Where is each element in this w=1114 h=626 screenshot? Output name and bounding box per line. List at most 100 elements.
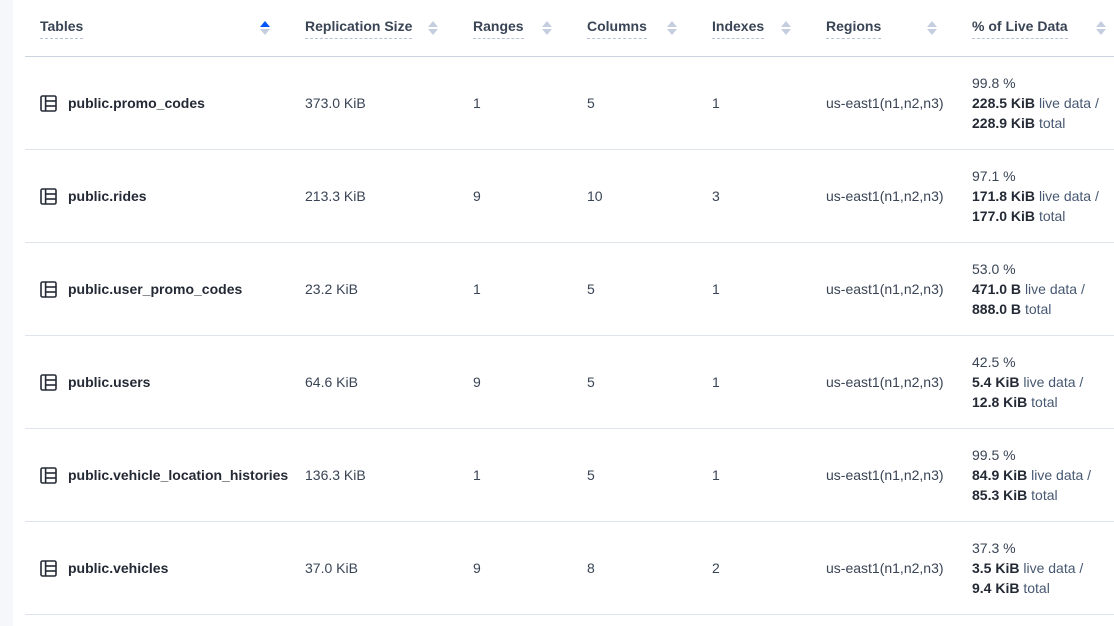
- table-row: public.rides 213.3 KiB 9 10 3 us-east1(n…: [25, 150, 1114, 243]
- regions-cell: us-east1(n1,n2,n3): [811, 95, 957, 111]
- replication-size-cell: 373.0 KiB: [290, 95, 458, 111]
- tables-grid: Tables Replication Size Ranges Columns I…: [25, 0, 1114, 615]
- live-data-percent: 99.5 %: [972, 445, 1114, 465]
- table-icon: [40, 467, 57, 484]
- column-header-label: Replication Size: [305, 18, 412, 39]
- live-data-percent: 99.8 %: [972, 73, 1114, 93]
- total-size-line: 177.0 KiB total: [972, 206, 1114, 226]
- table-row: public.vehicles 37.0 KiB 9 8 2 us-east1(…: [25, 522, 1114, 615]
- columns-cell: 5: [572, 95, 697, 111]
- table-name-link[interactable]: public.user_promo_codes: [68, 281, 242, 297]
- sort-carets-icon[interactable]: [260, 21, 270, 35]
- column-header-live-data[interactable]: % of Live Data: [957, 0, 1114, 56]
- table-name-link[interactable]: public.rides: [68, 188, 147, 204]
- total-size-line: 9.4 KiB total: [972, 578, 1114, 598]
- ranges-cell: 9: [458, 560, 572, 576]
- column-header-label: % of Live Data: [972, 18, 1068, 39]
- replication-size-cell: 37.0 KiB: [290, 560, 458, 576]
- live-data-cell: 97.1 % 171.8 KiB live data / 177.0 KiB t…: [957, 166, 1114, 226]
- live-data-size-line: 471.0 B live data /: [972, 279, 1114, 299]
- live-data-size-line: 5.4 KiB live data /: [972, 372, 1114, 392]
- column-header-label: Indexes: [712, 18, 764, 39]
- indexes-cell: 1: [697, 281, 811, 297]
- table-body: public.promo_codes 373.0 KiB 1 5 1 us-ea…: [25, 57, 1114, 615]
- table-name-cell: public.user_promo_codes: [25, 281, 290, 298]
- live-data-size-line: 228.5 KiB live data /: [972, 93, 1114, 113]
- indexes-cell: 1: [697, 374, 811, 390]
- live-data-size-line: 3.5 KiB live data /: [972, 558, 1114, 578]
- table-icon: [40, 281, 57, 298]
- table-name-cell: public.vehicles: [25, 560, 290, 577]
- total-size-line: 888.0 B total: [972, 299, 1114, 319]
- column-header-regions[interactable]: Regions: [811, 0, 957, 56]
- regions-cell: us-east1(n1,n2,n3): [811, 560, 957, 576]
- live-data-percent: 53.0 %: [972, 259, 1114, 279]
- indexes-cell: 3: [697, 188, 811, 204]
- column-header-columns[interactable]: Columns: [572, 0, 697, 56]
- table-icon: [40, 188, 57, 205]
- column-header-replication-size[interactable]: Replication Size: [290, 0, 458, 56]
- columns-cell: 8: [572, 560, 697, 576]
- live-data-cell: 53.0 % 471.0 B live data / 888.0 B total: [957, 259, 1114, 319]
- column-header-label: Regions: [826, 18, 881, 39]
- sort-carets-icon[interactable]: [542, 21, 552, 35]
- columns-cell: 10: [572, 188, 697, 204]
- column-header-tables[interactable]: Tables: [25, 0, 290, 56]
- ranges-cell: 9: [458, 374, 572, 390]
- replication-size-cell: 213.3 KiB: [290, 188, 458, 204]
- ranges-cell: 9: [458, 188, 572, 204]
- table-name-link[interactable]: public.vehicle_location_histories: [68, 467, 288, 483]
- table-icon: [40, 95, 57, 112]
- table-header-row: Tables Replication Size Ranges Columns I…: [25, 0, 1114, 57]
- live-data-cell: 37.3 % 3.5 KiB live data / 9.4 KiB total: [957, 538, 1114, 598]
- total-size-line: 85.3 KiB total: [972, 485, 1114, 505]
- live-data-size-line: 171.8 KiB live data /: [972, 186, 1114, 206]
- live-data-size-line: 84.9 KiB live data /: [972, 465, 1114, 485]
- indexes-cell: 1: [697, 467, 811, 483]
- table-name-cell: public.users: [25, 374, 290, 391]
- live-data-cell: 99.5 % 84.9 KiB live data / 85.3 KiB tot…: [957, 445, 1114, 505]
- sort-carets-icon[interactable]: [667, 21, 677, 35]
- column-header-label: Columns: [587, 18, 647, 39]
- indexes-cell: 1: [697, 95, 811, 111]
- table-row: public.promo_codes 373.0 KiB 1 5 1 us-ea…: [25, 57, 1114, 150]
- table-name-link[interactable]: public.promo_codes: [68, 95, 205, 111]
- sort-carets-icon[interactable]: [781, 21, 791, 35]
- columns-cell: 5: [572, 281, 697, 297]
- table-name-cell: public.promo_codes: [25, 95, 290, 112]
- live-data-percent: 37.3 %: [972, 538, 1114, 558]
- columns-cell: 5: [572, 467, 697, 483]
- live-data-percent: 42.5 %: [972, 352, 1114, 372]
- ranges-cell: 1: [458, 467, 572, 483]
- total-size-line: 12.8 KiB total: [972, 392, 1114, 412]
- sort-carets-icon[interactable]: [927, 21, 937, 35]
- indexes-cell: 2: [697, 560, 811, 576]
- table-row: public.users 64.6 KiB 9 5 1 us-east1(n1,…: [25, 336, 1114, 429]
- table-name-cell: public.vehicle_location_histories: [25, 467, 290, 484]
- column-header-label: Tables: [40, 18, 83, 39]
- live-data-percent: 97.1 %: [972, 166, 1114, 186]
- table-row: public.user_promo_codes 23.2 KiB 1 5 1 u…: [25, 243, 1114, 336]
- regions-cell: us-east1(n1,n2,n3): [811, 188, 957, 204]
- replication-size-cell: 136.3 KiB: [290, 467, 458, 483]
- regions-cell: us-east1(n1,n2,n3): [811, 467, 957, 483]
- ranges-cell: 1: [458, 281, 572, 297]
- total-size-line: 228.9 KiB total: [972, 113, 1114, 133]
- regions-cell: us-east1(n1,n2,n3): [811, 281, 957, 297]
- column-header-ranges[interactable]: Ranges: [458, 0, 572, 56]
- tables-panel: Tables Replication Size Ranges Columns I…: [13, 0, 1114, 626]
- live-data-cell: 99.8 % 228.5 KiB live data / 228.9 KiB t…: [957, 73, 1114, 133]
- column-header-indexes[interactable]: Indexes: [697, 0, 811, 56]
- column-header-label: Ranges: [473, 18, 524, 39]
- regions-cell: us-east1(n1,n2,n3): [811, 374, 957, 390]
- table-icon: [40, 374, 57, 391]
- columns-cell: 5: [572, 374, 697, 390]
- table-name-link[interactable]: public.vehicles: [68, 560, 168, 576]
- live-data-cell: 42.5 % 5.4 KiB live data / 12.8 KiB tota…: [957, 352, 1114, 412]
- replication-size-cell: 23.2 KiB: [290, 281, 458, 297]
- table-name-link[interactable]: public.users: [68, 374, 150, 390]
- sort-carets-icon[interactable]: [428, 21, 438, 35]
- table-icon: [40, 560, 57, 577]
- sort-carets-icon[interactable]: [1096, 21, 1106, 35]
- table-name-cell: public.rides: [25, 188, 290, 205]
